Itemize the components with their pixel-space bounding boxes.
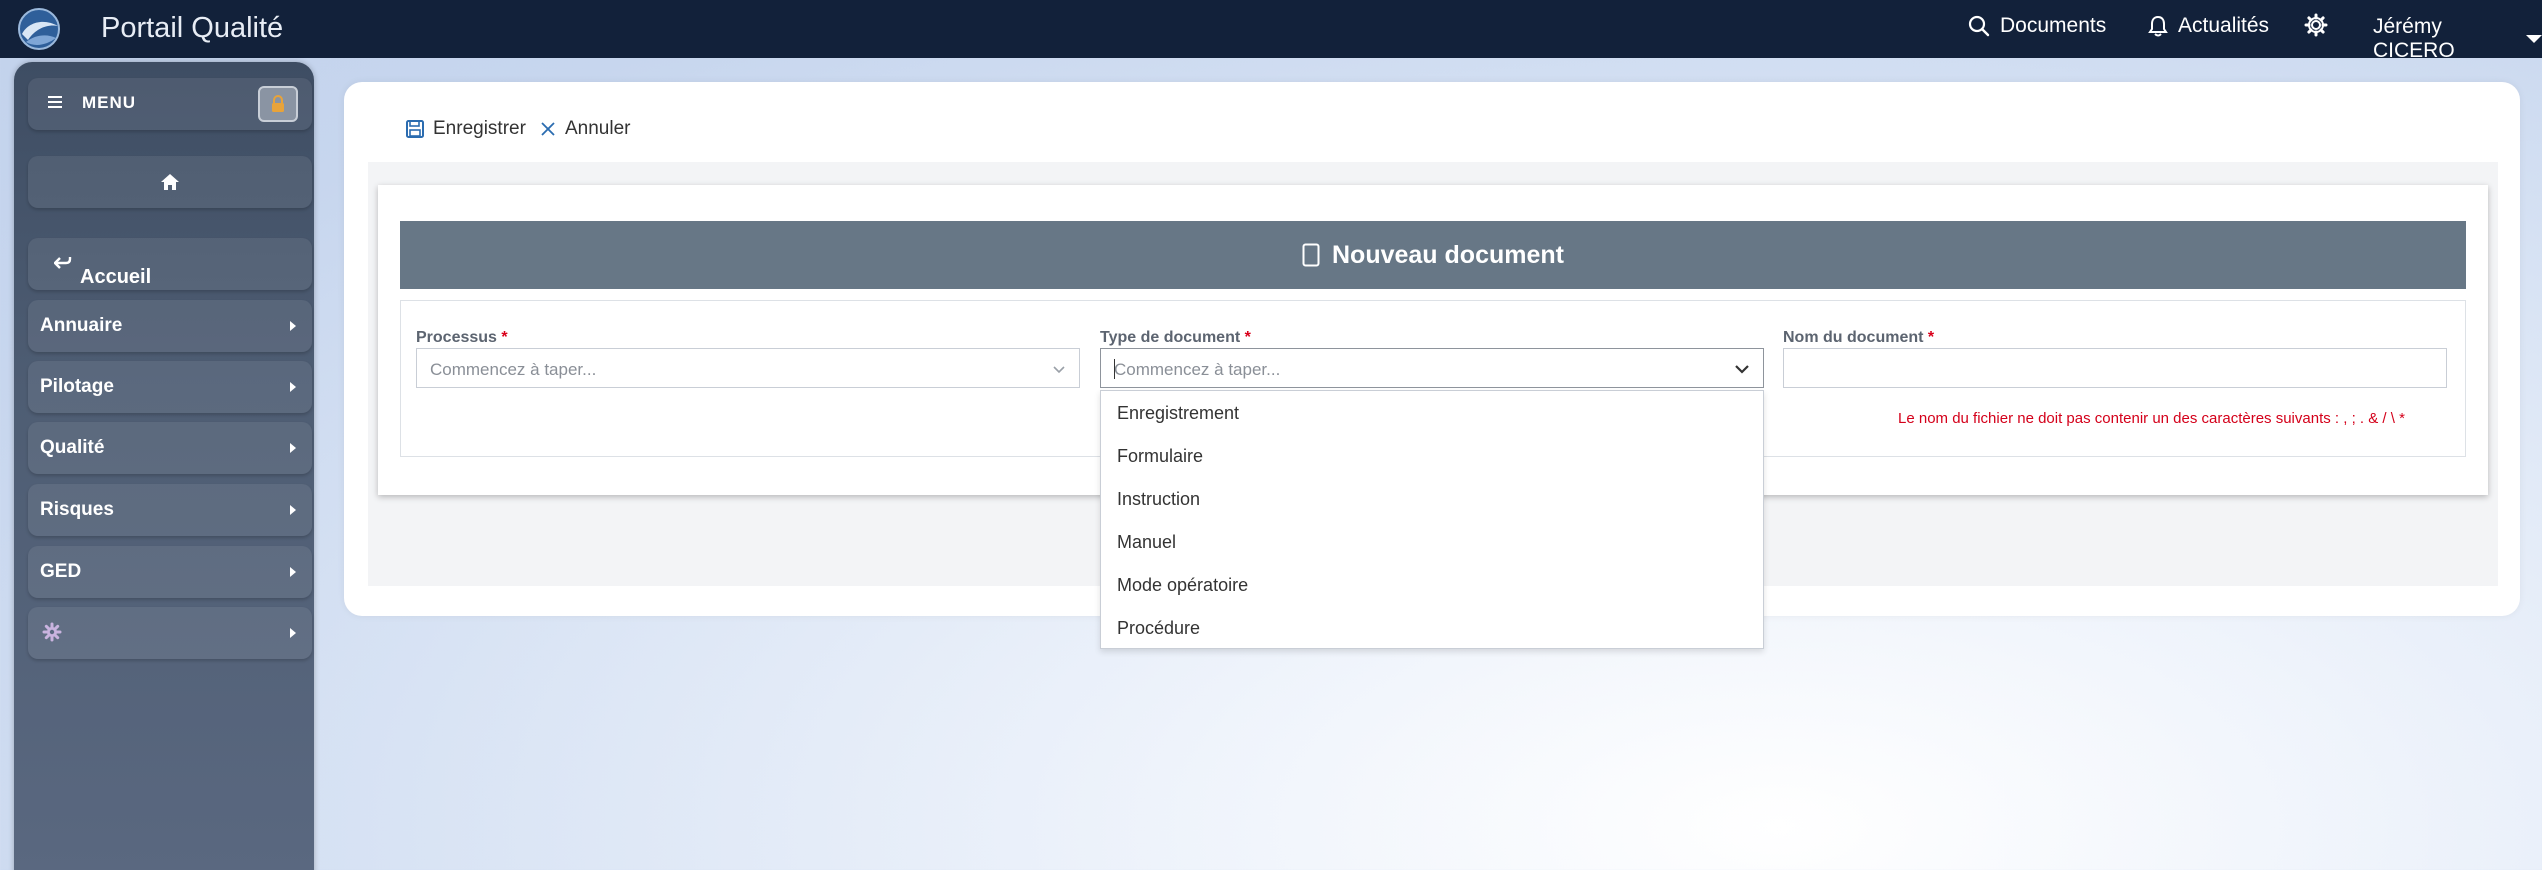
sidebar-item-settings[interactable]	[28, 607, 312, 659]
form-title: Nouveau document	[1332, 240, 1564, 269]
home-icon	[161, 174, 179, 190]
form-header: Nouveau document	[400, 221, 2466, 289]
close-icon	[541, 122, 555, 136]
caret-right-icon	[290, 443, 296, 453]
cancel-button[interactable]: Annuler	[540, 118, 631, 140]
processus-input[interactable]: Commencez à taper...	[416, 348, 1080, 388]
processus-placeholder: Commencez à taper...	[430, 360, 597, 379]
home-button[interactable]	[28, 156, 312, 208]
nom-document-label: Nom du document *	[1783, 329, 1934, 347]
dropdown-option[interactable]: Enregistrement	[1117, 403, 1239, 424]
dropdown-option[interactable]: Formulaire	[1117, 446, 1203, 467]
document-icon	[1302, 243, 1320, 267]
sidebar: MENU Accueil Annuaire Pilotage Qualité R…	[14, 62, 314, 870]
top-bar: Portail Qualité Documents Actualités Jér…	[0, 0, 2542, 62]
sidebar-item-label: GED	[40, 561, 82, 582]
type-document-label: Type de document *	[1100, 329, 1251, 347]
news-link[interactable]: Actualités	[2148, 14, 2269, 38]
user-menu[interactable]: Jérémy CICERO	[2373, 15, 2542, 63]
news-label: Actualités	[2178, 14, 2270, 37]
sidebar-item-risques[interactable]: Risques	[28, 484, 312, 536]
dropdown-option[interactable]: Procédure	[1117, 618, 1200, 639]
type-document-dropdown: Enregistrement Formulaire Instruction Ma…	[1100, 390, 1764, 649]
required-marker: *	[1244, 329, 1251, 346]
sidebar-item-label: Annuaire	[40, 315, 123, 336]
sidebar-item-ged[interactable]: GED	[28, 546, 312, 598]
type-document-placeholder: Commencez à taper...	[1114, 360, 1281, 379]
nom-document-label-text: Nom du document	[1783, 329, 1924, 346]
sidebar-item-annuaire[interactable]: Annuaire	[28, 300, 312, 352]
search-icon	[1968, 15, 1990, 37]
save-button[interactable]: Enregistrer	[406, 118, 526, 140]
chevron-down-icon[interactable]	[1733, 361, 1751, 377]
sidebar-item-label: Accueil	[80, 266, 152, 288]
chevron-down-icon[interactable]	[1051, 361, 1067, 377]
caret-right-icon	[290, 321, 296, 331]
return-arrow-icon	[53, 257, 72, 269]
type-document-input[interactable]: Commencez à taper...	[1100, 348, 1764, 388]
user-name: Jérémy CICERO	[2373, 15, 2455, 62]
type-document-label-text: Type de document	[1100, 329, 1241, 346]
filename-warning: Le nom du fichier ne doit pas contenir u…	[1898, 410, 2405, 427]
dropdown-option[interactable]: Mode opératoire	[1117, 575, 1248, 596]
settings-gear-icon[interactable]	[2304, 13, 2328, 37]
dropdown-option[interactable]: Instruction	[1117, 489, 1200, 510]
nom-document-input[interactable]	[1783, 348, 2447, 388]
app-title: Portail Qualité	[101, 12, 284, 44]
documents-link[interactable]: Documents	[1968, 14, 2106, 38]
sidebar-item-accueil[interactable]: Accueil	[28, 238, 312, 290]
floppy-disk-icon	[406, 120, 424, 138]
hamburger-icon[interactable]	[48, 95, 62, 109]
text-cursor	[1114, 359, 1115, 379]
lock-icon	[272, 95, 284, 112]
sidebar-item-label: Pilotage	[40, 376, 114, 397]
pin-menu-button[interactable]	[258, 86, 298, 122]
app-logo[interactable]	[14, 4, 64, 54]
documents-label: Documents	[2000, 14, 2107, 37]
save-label: Enregistrer	[433, 118, 526, 139]
caret-right-icon	[290, 382, 296, 392]
chevron-down-icon	[2526, 35, 2542, 43]
menu-header: MENU	[28, 78, 312, 130]
required-marker: *	[1927, 329, 1935, 346]
cancel-label: Annuler	[565, 118, 631, 139]
menu-label: MENU	[82, 93, 137, 112]
dropdown-option[interactable]: Manuel	[1117, 532, 1176, 553]
caret-right-icon	[290, 505, 296, 515]
sidebar-item-pilotage[interactable]: Pilotage	[28, 361, 312, 413]
processus-label-text: Processus	[416, 329, 497, 346]
sidebar-item-qualite[interactable]: Qualité	[28, 422, 312, 474]
caret-right-icon	[290, 628, 296, 638]
sidebar-item-label: Qualité	[40, 437, 105, 458]
sidebar-item-label: Risques	[40, 499, 114, 520]
processus-label: Processus *	[416, 329, 508, 347]
cog-icon	[42, 622, 62, 642]
caret-right-icon	[290, 567, 296, 577]
bell-icon	[2148, 15, 2168, 37]
required-marker: *	[501, 329, 508, 346]
